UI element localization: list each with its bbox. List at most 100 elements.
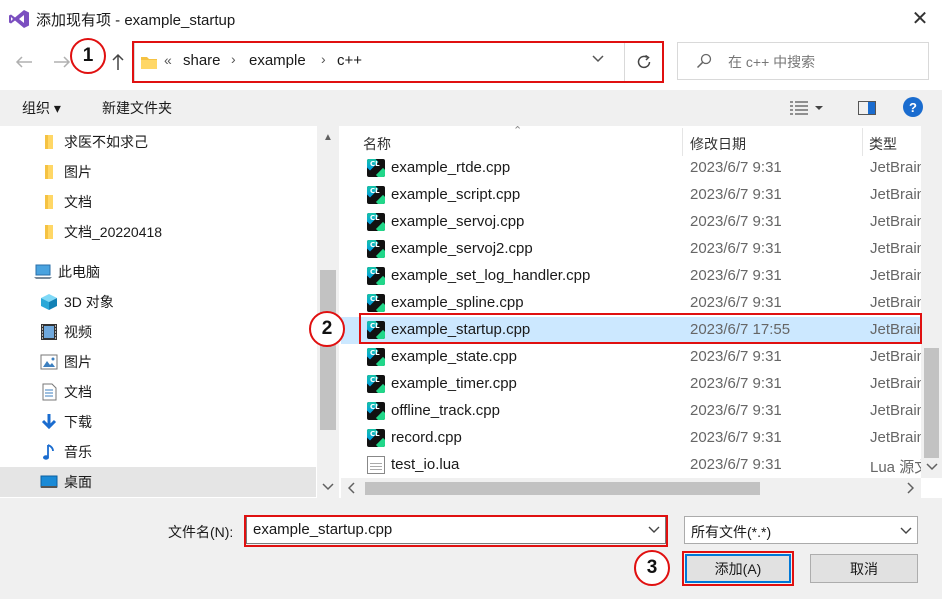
file-name: offline_track.cpp [391,402,500,419]
tree-item-pictures[interactable]: 图片 [0,157,316,187]
file-row[interactable]: CL example_servoj.cpp 2023/6/7 9:31 JetB… [341,209,925,236]
file-date: 2023/6/7 17:55 [690,321,791,338]
file-name: test_io.lua [391,456,460,473]
file-name: example_timer.cpp [391,375,517,392]
callout-number-2: 2 [309,311,345,347]
column-header-date[interactable]: 修改日期 [690,134,746,154]
file-row[interactable]: CL example_rtde.cpp 2023/6/7 9:31 JetBra… [341,155,925,182]
new-folder-button[interactable]: 新建文件夹 [102,98,172,118]
scroll-right-icon[interactable] [901,479,919,497]
callout-number-1: 1 [70,38,106,74]
filename-input[interactable]: example_startup.cpp [246,516,666,544]
chevron-down-icon[interactable] [648,522,660,539]
scroll-down-icon[interactable] [921,458,942,476]
file-row[interactable]: CL example_spline.cpp 2023/6/7 9:31 JetB… [341,290,925,317]
refresh-icon[interactable] [624,43,663,81]
clion-file-icon: CL [367,294,385,312]
file-date: 2023/6/7 9:31 [690,159,782,176]
cube-icon [40,293,58,311]
column-header-name[interactable]: 名称 [363,134,391,154]
file-type: JetBrain [870,240,926,257]
tree-item-3d-objects[interactable]: 3D 对象 [0,287,316,317]
callout-number-3: 3 [634,550,670,586]
back-arrow-icon[interactable] [10,48,38,76]
tree-item-documents[interactable]: 文档 [0,187,316,217]
file-date: 2023/6/7 9:31 [690,294,782,311]
tree-item-desktop[interactable]: 桌面 [0,467,316,497]
clion-file-icon: CL [367,321,385,339]
tree-item-pictures-library[interactable]: 图片 [0,347,316,377]
file-type: JetBrain [870,294,926,311]
file-row[interactable]: CL example_script.cpp 2023/6/7 9:31 JetB… [341,182,925,209]
file-date: 2023/6/7 9:31 [690,348,782,365]
navigation-tree: 求医不如求己 图片 文档 文档_20220418 此电脑 3D 对象 视频 图片… [0,126,339,498]
preview-pane-icon[interactable] [856,96,878,120]
chevron-right-icon[interactable]: › [321,51,326,67]
tree-item-downloads[interactable]: 下载 [0,407,316,437]
tree-item-music[interactable]: 音乐 [0,437,316,467]
breadcrumb-cpp[interactable]: c++ [337,52,362,69]
clion-file-icon: CL [367,375,385,393]
file-name: example_script.cpp [391,186,521,203]
folder-icon [40,223,58,241]
tree-scrollbar-thumb[interactable] [320,270,336,430]
dialog-footer: 文件名(N): example_startup.cpp 所有文件(*.*) 添加… [0,498,942,599]
organize-button[interactable]: 组织 ▾ [22,98,61,118]
file-list: ⌃ 名称 修改日期 类型 CL example_rtde.cpp 2023/6/… [341,126,942,498]
tree-item-documents-20220418[interactable]: 文档_20220418 [0,217,316,247]
file-row[interactable]: test_io.lua 2023/6/7 9:31 Lua 源文 [341,452,929,479]
breadcrumb-example[interactable]: example [249,52,306,69]
folder-icon [40,163,58,181]
up-arrow-icon[interactable] [106,48,130,76]
file-row[interactable]: CL example_timer.cpp 2023/6/7 9:31 JetBr… [341,371,925,398]
file-row[interactable]: CL offline_track.cpp 2023/6/7 9:31 JetBr… [341,398,925,425]
add-button[interactable]: 添加(A) [685,554,791,583]
tree-item-label: 求医不如求己 [64,134,148,150]
filetype-select[interactable]: 所有文件(*.*) [684,516,918,544]
list-vertical-scrollbar-thumb[interactable] [924,348,939,458]
search-icon [696,53,712,69]
file-type: JetBrain [870,402,926,419]
help-icon[interactable]: ? [903,97,923,117]
chevron-down-icon[interactable] [591,51,605,68]
breadcrumb-share[interactable]: share [183,52,221,69]
download-icon [40,413,58,431]
file-row[interactable]: CL example_set_log_handler.cpp 2023/6/7 … [341,263,925,290]
chevron-right-icon[interactable]: › [231,51,236,67]
file-date: 2023/6/7 9:31 [690,429,782,446]
cancel-button[interactable]: 取消 [810,554,918,583]
tree-item-this-pc[interactable]: 此电脑 [0,257,316,287]
tree-item-videos[interactable]: 视频 [0,317,316,347]
column-divider[interactable] [682,128,683,156]
file-row-selected[interactable]: CL example_startup.cpp 2023/6/7 17:55 Je… [341,317,925,344]
close-icon[interactable]: ✕ [904,4,936,32]
file-row[interactable]: CL example_servoj2.cpp 2023/6/7 9:31 Jet… [341,236,925,263]
list-horizontal-scrollbar-thumb[interactable] [365,482,760,495]
column-divider[interactable] [862,128,863,156]
file-row[interactable]: CL example_state.cpp 2023/6/7 9:31 JetBr… [341,344,925,371]
clion-file-icon: CL [367,348,385,366]
scroll-up-icon[interactable]: ▲ [317,128,339,146]
tree-item-qiuyi[interactable]: 求医不如求己 [0,127,316,157]
address-bar[interactable]: « share › example › c++ [134,42,663,82]
tree-item-documents-library[interactable]: 文档 [0,377,316,407]
title-bar: 添加现有项 - example_startup ✕ [0,0,942,38]
search-placeholder: 在 c++ 中搜索 [728,54,816,70]
file-date: 2023/6/7 9:31 [690,402,782,419]
video-icon [40,323,58,341]
scroll-down-icon[interactable] [317,478,339,496]
music-icon [40,443,58,461]
tree-item-label: 此电脑 [58,264,100,280]
search-input[interactable]: 在 c++ 中搜索 [677,42,929,80]
clion-file-icon: CL [367,429,385,447]
details-view-icon [790,101,808,115]
clion-file-icon: CL [367,186,385,204]
computer-icon [34,263,52,281]
column-header-type[interactable]: 类型 [869,134,897,154]
scroll-left-icon[interactable] [343,479,361,497]
file-date: 2023/6/7 9:31 [690,240,782,257]
file-row[interactable]: CL record.cpp 2023/6/7 9:31 JetBrain [341,425,925,452]
breadcrumb-overflow-icon[interactable]: « [164,52,172,68]
view-options-button[interactable] [790,96,834,120]
sort-ascending-icon: ⌃ [513,126,523,137]
